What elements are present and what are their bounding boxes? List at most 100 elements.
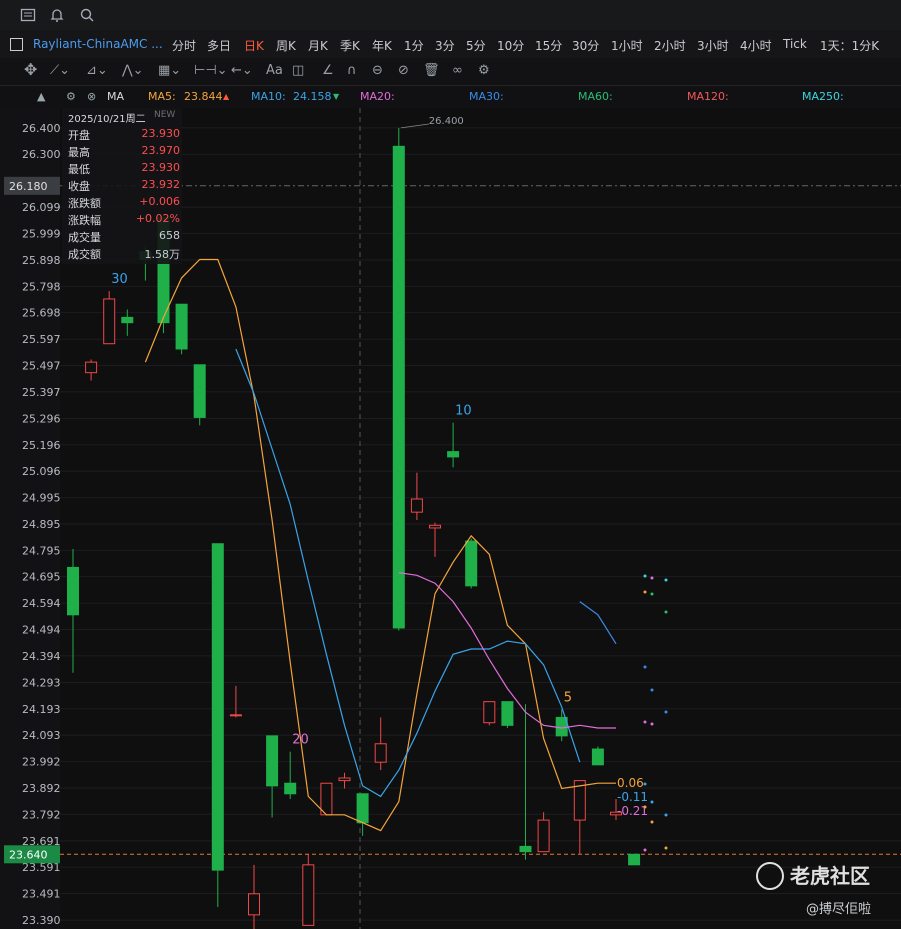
projection-dot (650, 576, 654, 580)
candle-body (591, 748, 604, 766)
tab-3h[interactable]: 3小时 (697, 37, 729, 54)
projection-dot (664, 578, 668, 582)
ray-tool-icon[interactable]: ⊿⌄ (86, 63, 108, 78)
y-tick-label: 25.397 (22, 386, 61, 399)
tiger-logo-icon (756, 862, 784, 890)
projection-dot (643, 720, 647, 724)
y-tick-label: 23.792 (22, 808, 61, 821)
tab-2h[interactable]: 2小时 (654, 37, 686, 54)
candle-annotation: 20 (292, 733, 309, 748)
ma20-label: MA20: (360, 90, 395, 103)
candle-body (175, 303, 188, 350)
text-tool-icon[interactable]: Aa (266, 63, 283, 78)
tab-daily[interactable]: 日K (244, 37, 264, 54)
ma30-label: MA30: (469, 90, 504, 103)
ohlc-info-panel: 2025/10/21周二 NEW 开盘 23.930 最高 23.970 最低 23.… (62, 108, 182, 264)
info-row-volume: 成交量 658 (68, 229, 180, 244)
projection-dot (664, 610, 668, 614)
candle-body (85, 361, 98, 374)
ma250-label: MA250: (802, 90, 844, 103)
tab-3min[interactable]: 3分 (435, 37, 455, 54)
polyline-tool-icon[interactable]: ⋀⌄ (122, 63, 144, 78)
ma60-label: MA60: (578, 90, 613, 103)
candle-body (501, 701, 514, 726)
emoji-tool-icon[interactable]: ◫ (292, 63, 304, 78)
crosshair-move-icon[interactable]: ✥ (24, 60, 37, 79)
tab-quarterly[interactable]: 季K (340, 37, 360, 54)
collapse-icon[interactable]: ▲ (37, 90, 45, 103)
ma-end-label: 0.06 (617, 776, 644, 790)
candle-body (121, 316, 134, 324)
candle-body (248, 893, 260, 916)
y-tick-label: 23.390 (22, 914, 61, 927)
symbol-name[interactable]: Rayliant-ChinaAMC ... (33, 37, 163, 51)
fib-tool-icon[interactable]: ▦⌄ (158, 63, 181, 78)
ma-label[interactable]: MA (107, 90, 124, 103)
projection-dot (650, 688, 654, 692)
candle-body (103, 298, 116, 345)
candle-body (519, 845, 532, 853)
projection-dot (650, 592, 654, 596)
tab-monthly[interactable]: 月K (308, 37, 328, 54)
info-row-high: 最高 23.970 (68, 144, 180, 159)
list-icon[interactable] (20, 7, 36, 23)
projection-dot (650, 722, 654, 726)
tab-15min[interactable]: 15分 (535, 37, 562, 54)
tab-yearly[interactable]: 年K (372, 37, 392, 54)
link-icon[interactable]: ∞ (452, 63, 463, 78)
info-row-low: 最低 23.930 (68, 161, 180, 176)
y-tick-label: 23.892 (22, 782, 61, 795)
ma10-label: MA10: (251, 90, 286, 103)
magnet-tool-icon[interactable]: ∩ (347, 63, 357, 78)
delete-drawings-icon[interactable]: 🗑 (423, 63, 440, 78)
watermark-user: @搏尽佢啦 (806, 902, 872, 917)
pen-tool-icon[interactable]: ∠ (322, 63, 334, 78)
search-icon[interactable] (79, 7, 95, 23)
projection-dot (643, 848, 647, 852)
gear-icon[interactable]: ⚙ (66, 90, 76, 103)
panel-toggle-icon[interactable] (10, 38, 23, 51)
ma5-label: MA5: (148, 90, 176, 103)
projection-dot (643, 665, 647, 669)
watermark-brand: 老虎社区 (790, 864, 870, 888)
info-date: 2025/10/21周二 (68, 114, 146, 125)
trendline-tool-icon[interactable]: ⟋⌄ (50, 63, 70, 78)
tab-multiday[interactable]: 多日 (207, 37, 231, 54)
candle-body (193, 364, 206, 418)
tab-1day-1min-dropdown[interactable]: 1天：1分K (820, 37, 879, 54)
y-tick-label: 25.296 (22, 412, 61, 425)
info-row-close: 收盘 23.932 (68, 178, 180, 193)
candle-body (465, 540, 478, 587)
y-tick-label: 24.995 (22, 492, 61, 505)
y-tick-label: 24.594 (22, 597, 61, 610)
y-tick-label: 25.096 (22, 465, 61, 478)
tab-1h[interactable]: 1小时 (611, 37, 643, 54)
y-tick-label: 25.698 (22, 307, 61, 320)
hide-drawings-icon[interactable]: ⊘ (398, 63, 409, 78)
tab-weekly[interactable]: 周K (276, 37, 296, 54)
bell-icon[interactable] (49, 7, 65, 23)
y-tick-label: 25.798 (22, 280, 61, 293)
tab-1min[interactable]: 1分 (404, 37, 424, 54)
projection-dot (643, 782, 647, 786)
y-tick-label: 25.497 (22, 360, 61, 373)
candle-annotation: 10 (455, 404, 472, 419)
candle-body (410, 498, 423, 513)
y-tick-label: 23.992 (22, 756, 61, 769)
tab-tick[interactable]: Tick (783, 37, 807, 51)
tab-4h[interactable]: 4小时 (740, 37, 772, 54)
tab-timeshare[interactable]: 分时 (172, 37, 196, 54)
projection-dot (643, 574, 647, 578)
tab-30min[interactable]: 30分 (572, 37, 599, 54)
close-icon[interactable]: ⊗ (87, 90, 96, 103)
info-row-open: 开盘 23.930 (68, 127, 180, 142)
y-tick-label: 23.491 (22, 888, 61, 901)
measure-tool-icon[interactable]: ⊢⊣⌄ (194, 63, 228, 78)
tab-5min[interactable]: 5分 (466, 37, 486, 54)
settings-icon[interactable]: ⚙ (478, 63, 490, 78)
candle-annotation: 30 (111, 272, 128, 287)
arrow-tool-icon[interactable]: ←⌄ (231, 63, 253, 78)
tab-10min[interactable]: 10分 (497, 37, 524, 54)
projection-dot (664, 846, 668, 850)
lock-drawings-icon[interactable]: ⊖ (372, 63, 383, 78)
